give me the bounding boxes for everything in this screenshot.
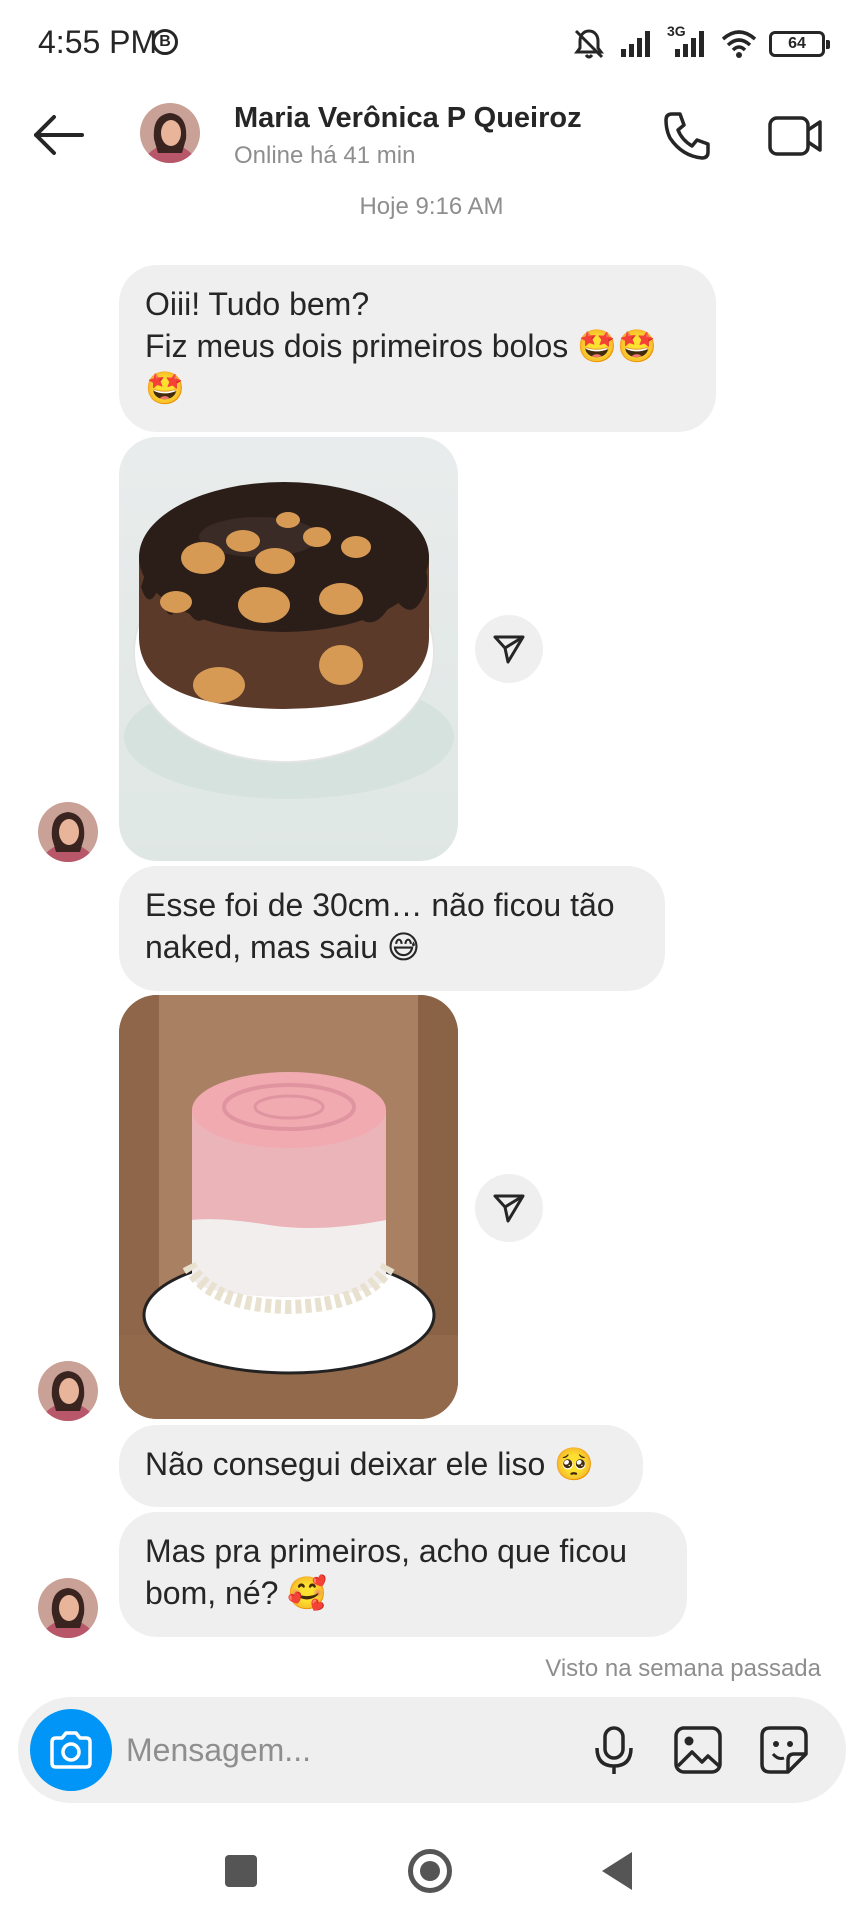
- contact-avatar-small[interactable]: [38, 802, 98, 862]
- contact-avatar-small[interactable]: [38, 1578, 98, 1638]
- message-line: 🤩: [145, 370, 185, 406]
- status-b-badge-icon: B: [152, 29, 178, 55]
- message-bubble[interactable]: Esse foi de 30cm… não ficou tão naked, m…: [119, 866, 665, 991]
- pink-cake-photo[interactable]: [119, 995, 458, 1419]
- status-icons: 3G 64: [571, 22, 830, 66]
- message-line: Oiii! Tudo bem?: [145, 286, 370, 322]
- message-line: naked, mas saiu 😅: [145, 929, 421, 965]
- system-nav-bar: [0, 1820, 863, 1920]
- system-back-button[interactable]: [602, 1852, 632, 1890]
- contact-status: Online há 41 min: [234, 142, 416, 169]
- battery-icon: 64: [769, 31, 830, 57]
- microphone-icon: [595, 1726, 633, 1774]
- message-input[interactable]: [126, 1723, 466, 1777]
- message-line: Mas pra primeiros, acho que ficou: [145, 1533, 627, 1569]
- chocolate-cake-photo[interactable]: [119, 437, 458, 861]
- voice-call-button[interactable]: [660, 108, 716, 164]
- message-line: bom, né? 🥰: [145, 1575, 328, 1611]
- video-call-button[interactable]: [766, 108, 826, 164]
- sticker-button[interactable]: [758, 1724, 810, 1776]
- signal-icon: [621, 31, 650, 57]
- back-button[interactable]: [30, 110, 90, 160]
- camera-button[interactable]: [30, 1709, 112, 1791]
- mute-icon: [574, 29, 604, 59]
- message-line: Não consegui deixar ele liso 🥺: [145, 1446, 594, 1482]
- message-bubble[interactable]: Não consegui deixar ele liso 🥺: [119, 1425, 643, 1507]
- video-camera-icon: [768, 116, 822, 156]
- message-line: Esse foi de 30cm… não ficou tão: [145, 887, 615, 923]
- share-photo-button[interactable]: [475, 615, 543, 683]
- status-bar: 4:55 PM B 3G 64: [0, 0, 863, 88]
- message-line: Fiz meus dois primeiros bolos 🤩🤩: [145, 328, 657, 364]
- contact-avatar-small[interactable]: [38, 1361, 98, 1421]
- send-icon: [493, 635, 525, 664]
- message-composer: [18, 1697, 846, 1803]
- contact-avatar[interactable]: [140, 103, 200, 163]
- camera-icon: [50, 1731, 92, 1769]
- back-arrow-icon: [34, 115, 84, 155]
- gallery-button[interactable]: [672, 1724, 724, 1776]
- recent-apps-button[interactable]: [225, 1855, 257, 1887]
- gallery-icon: [674, 1726, 722, 1774]
- sticker-icon: [760, 1726, 808, 1774]
- share-photo-button[interactable]: [475, 1174, 543, 1242]
- wifi-icon: [721, 30, 757, 58]
- send-icon: [493, 1194, 525, 1223]
- phone-icon: [664, 112, 710, 160]
- voice-message-button[interactable]: [588, 1724, 640, 1776]
- signal-3g-icon: 3G: [667, 23, 709, 59]
- seen-status: Visto na semana passada: [545, 1655, 821, 1682]
- contact-name[interactable]: Maria Verônica P Queiroz: [234, 102, 582, 135]
- chat-header: Maria Verônica P Queiroz Online há 41 mi…: [0, 88, 863, 188]
- thread-timestamp: Hoje 9:16 AM: [359, 193, 504, 220]
- message-bubble[interactable]: Mas pra primeiros, acho que ficou bom, n…: [119, 1512, 687, 1637]
- message-bubble[interactable]: Oiii! Tudo bem? Fiz meus dois primeiros …: [119, 265, 716, 432]
- status-time: 4:55 PM: [38, 24, 158, 60]
- home-button[interactable]: [408, 1849, 452, 1893]
